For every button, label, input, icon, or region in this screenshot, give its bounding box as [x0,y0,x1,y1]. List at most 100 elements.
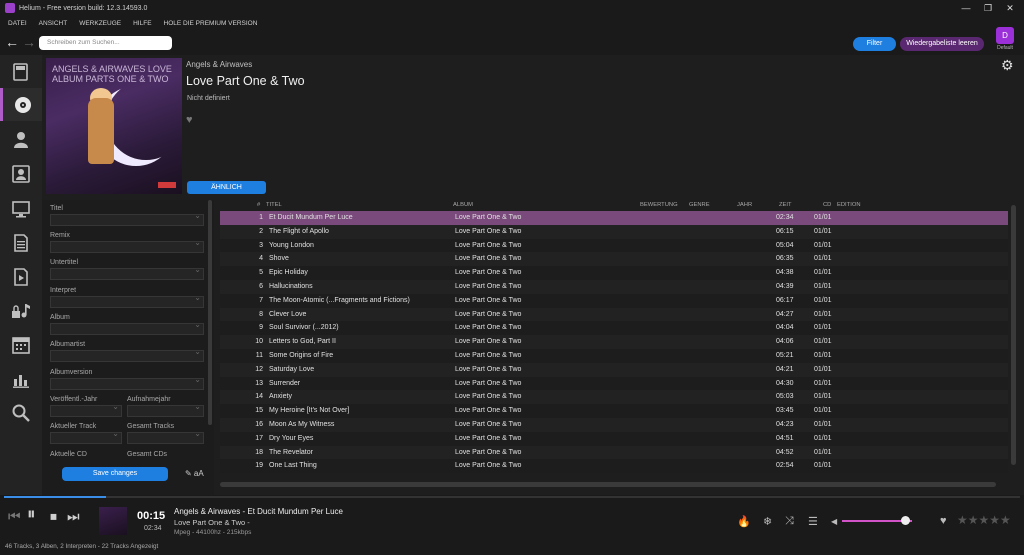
album-artist[interactable]: Angels & Airwaves [186,60,252,69]
progress-bar[interactable] [4,496,1020,498]
stats-icon[interactable] [0,362,42,395]
table-row[interactable]: 17 Dry Your Eyes Love Part One & Two 04:51 0… [220,431,1008,446]
col-cd[interactable]: CD [823,202,831,208]
table-row[interactable]: 14 Anxiety Love Part One & Two 05:03 01/01 [220,390,1008,405]
col-num[interactable]: # [257,202,260,208]
table-row[interactable]: 12 Saturday Love Love Part One & Two 04:21 0… [220,362,1008,377]
profile-avatar[interactable]: D [996,27,1014,44]
track-time: 05:21 [776,352,794,359]
menu-hilfe[interactable]: HILFE [133,20,151,27]
table-row[interactable]: 4 Shove Love Part One & Two 06:35 01/01 [220,252,1008,267]
tag-field-remix[interactable] [50,238,204,253]
forward-arrow-icon[interactable]: → [22,35,36,49]
search-input[interactable]: Schreiben zum Suchen... [39,36,172,50]
heart-icon[interactable]: ♥ [186,114,193,126]
menu-premium[interactable]: HOLE DIE PREMIUM VERSION [164,20,258,27]
track-title: Letters to God, Part II [269,338,336,346]
table-row[interactable]: 10 Letters to God, Part II Love Part One &… [220,335,1008,349]
monitor-icon[interactable] [0,192,42,225]
track-time: 04:39 [776,283,794,290]
locked-music-icon[interactable] [0,294,42,327]
fire-icon[interactable]: 🔥 [737,515,751,528]
table-row[interactable]: 15 My Heroine [It's Not Over] Love Part On… [220,404,1008,418]
stop-icon[interactable]: ⏹ [50,509,57,523]
search-icon[interactable] [0,396,42,429]
heart-icon[interactable]: ♥ [940,515,947,527]
video-icon[interactable] [0,260,42,293]
library-icon[interactable] [0,55,42,88]
tag-field-albumartist[interactable] [50,347,204,362]
track-list-hscrollbar[interactable] [220,482,996,487]
col-edition[interactable]: EDITION [837,202,861,208]
table-row[interactable]: 2 The Flight of Apollo Love Part One & Two… [220,224,1008,239]
similar-button[interactable]: ÄHNLICH [187,181,266,194]
volume-down-icon[interactable]: ◀ [831,517,837,526]
tag-field-release-year[interactable] [50,402,122,417]
table-row[interactable]: 8 Clever Love Love Part One & Two 04:27 01/0… [220,307,1008,322]
contacts-icon[interactable] [0,157,42,190]
queue-list-icon[interactable]: ☰ [808,515,818,528]
tag-field-total-tracks[interactable] [127,429,204,444]
track-list-scrollbar[interactable] [1011,205,1016,465]
clear-queue-button[interactable]: Wiedergabeliste leeren [900,37,984,51]
col-year[interactable]: JAHR [737,202,752,208]
tag-field-subtitle[interactable] [50,265,204,280]
pause-icon[interactable]: ⏸ [27,505,36,522]
track-cd: 01/01 [814,255,832,263]
tag-field-current-track[interactable] [50,429,122,444]
artist-icon[interactable] [0,123,42,156]
col-rating[interactable]: BEWERTUNG [640,202,678,208]
snowflake-icon[interactable]: ❄ [763,515,772,528]
tag-panel-scrollbar[interactable] [208,200,212,425]
col-genre[interactable]: GENRE [689,202,710,208]
table-row[interactable]: 7 The Moon-Atomic (...Fragments and Ficti… [220,293,1008,308]
table-row[interactable]: 9 Soul Survivor (...2012) Love Part One & … [220,321,1008,336]
col-time[interactable]: ZEIT [779,202,792,208]
table-row[interactable]: 6 Hallucinations Love Part One & Two 04:39 0… [220,280,1008,294]
tag-field-album[interactable] [50,320,204,335]
gear-icon[interactable]: ⚙ [1001,57,1014,74]
track-num: 17 [255,434,263,442]
album-icon[interactable] [0,88,42,121]
filter-button[interactable]: Filter [853,37,896,51]
table-row[interactable]: 13 Surrender Love Part One & Two 04:30 01/01 [220,376,1008,391]
table-row[interactable]: 19 One Last Thing Love Part One & Two 02:54… [220,459,1008,474]
previous-icon[interactable]: ⏮ [8,509,21,523]
table-row[interactable]: 3 Young London Love Part One & Two 05:04 01/… [220,238,1008,253]
tag-field-artist[interactable] [50,293,204,308]
document-icon[interactable] [0,226,42,259]
tag-field-recording-year[interactable] [127,402,204,417]
back-arrow-icon[interactable]: ← [5,35,19,49]
tag-label-subtitle: Untertitel [50,259,79,266]
table-row[interactable]: 16 Moon As My Witness Love Part One & Two 0… [220,418,1008,432]
status-bar: 46 Tracks, 3 Alben, 2 Interpreten - 22 T… [0,540,1024,555]
col-title[interactable]: TITEL [266,202,282,208]
tag-field-title[interactable] [50,211,204,226]
volume-knob[interactable] [901,516,910,525]
table-row[interactable]: 11 Some Origins of Fire Love Part One & Tw… [220,349,1008,363]
close-button[interactable]: ✕ [996,0,1024,16]
next-icon[interactable]: ⏭ [67,509,80,523]
track-album: Love Part One & Two [455,227,522,235]
table-row[interactable]: 5 Epic Holiday Love Part One & Two 04:38 01/… [220,266,1008,280]
table-row[interactable]: 1 Et Ducit Mundum Per Luce Love Part One &… [220,211,1008,225]
menu-werkzeuge[interactable]: WERKZEUGE [79,20,121,27]
track-time: 04:30 [776,379,794,387]
now-playing-cover[interactable] [99,507,127,535]
menu-ansicht[interactable]: ANSICHT [39,20,68,27]
menu-datei[interactable]: DATEI [8,20,27,27]
col-album[interactable]: ALBUM [453,202,473,208]
track-album: Love Part One & Two [455,434,522,442]
track-num: 5 [259,269,263,277]
track-num: 12 [255,365,263,373]
save-changes-button[interactable]: Save changes [62,467,168,481]
track-time: 05:04 [776,241,794,249]
menu-bar: DATEI ANSICHT WERKZEUGE HILFE HOLE DIE P… [0,16,1024,31]
table-row[interactable]: 18 The Revelator Love Part One & Two 04:52 0… [220,445,1008,460]
calendar-icon[interactable] [0,328,42,361]
tag-field-albumversion[interactable] [50,375,204,390]
shuffle-icon[interactable]: ⤨ [785,515,794,528]
rating-stars-icon[interactable]: ★★★★★ [957,513,1011,527]
tag-label-release-year: Veröffentl.-Jahr [50,396,98,403]
tag-tools-icons[interactable]: ✎ aA [185,469,204,478]
